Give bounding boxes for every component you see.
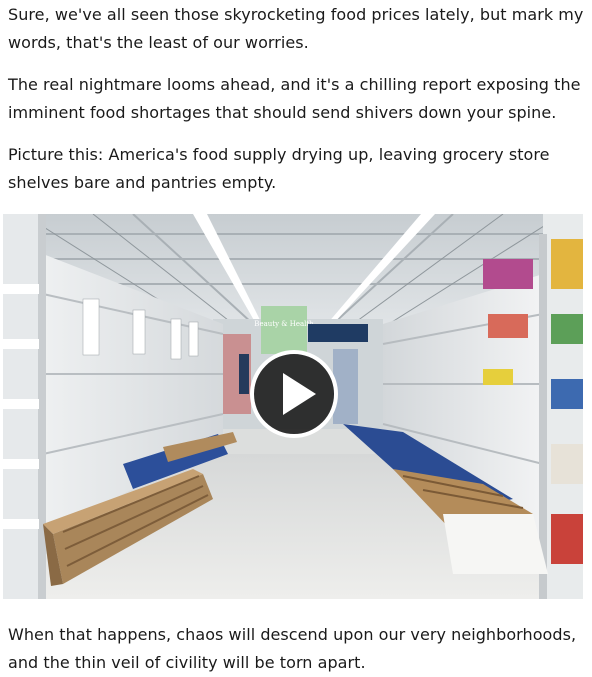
article-paragraph-4: When that happens, chaos will descend up…	[8, 625, 577, 672]
article-paragraph-3: Picture this: America's food supply dryi…	[8, 145, 550, 192]
store-sign: Beauty & Health	[254, 320, 314, 328]
video-player[interactable]: Beauty & Health	[3, 214, 583, 599]
play-icon	[283, 373, 316, 415]
article-paragraph-1: Sure, we've all seen those skyrocketing …	[8, 5, 584, 52]
article-paragraph-2: The real nightmare looms ahead, and it's…	[8, 75, 581, 122]
play-button[interactable]	[250, 350, 338, 438]
